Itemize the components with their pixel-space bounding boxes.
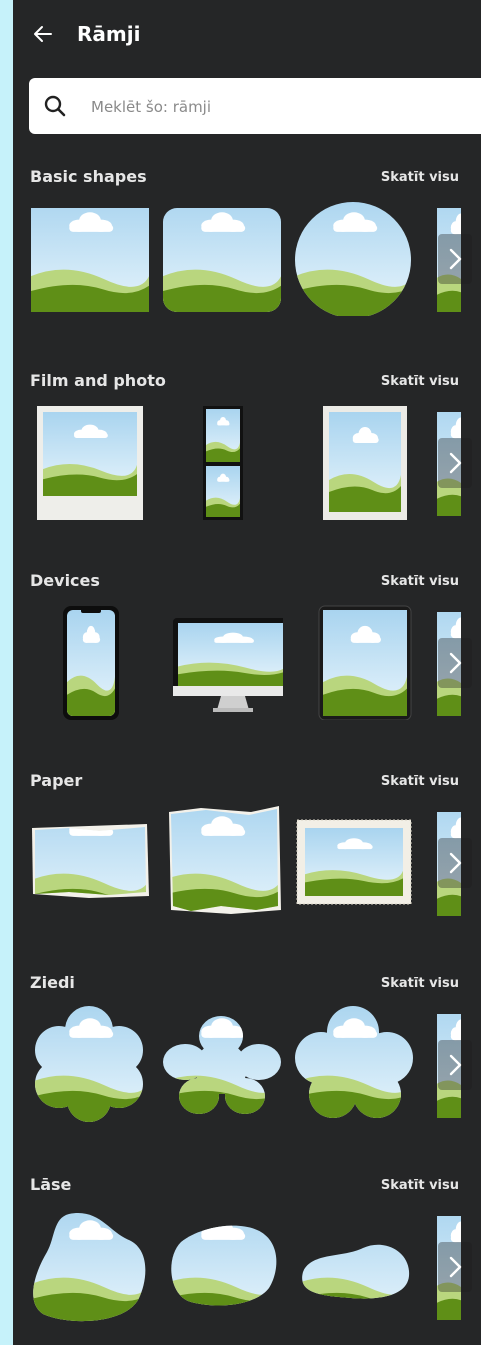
circle-frame-thumbnail[interactable] (293, 194, 415, 324)
section-paper: Paper Skatīt visu (13, 770, 481, 970)
chevron-right-icon[interactable] (438, 1242, 472, 1292)
section-film-and-photo: Film and photo Skatīt visu (13, 370, 481, 570)
flower-frame-1-thumbnail[interactable] (29, 1000, 151, 1130)
see-all-link[interactable]: Skatīt visu (381, 973, 459, 995)
frames-carousel (13, 398, 481, 528)
see-all-link[interactable]: Skatīt visu (381, 571, 459, 593)
chevron-right-icon[interactable] (438, 1040, 472, 1090)
square-frame-thumbnail[interactable] (29, 194, 151, 324)
see-all-link[interactable]: Skatīt visu (381, 771, 459, 793)
frames-carousel (13, 598, 481, 728)
monitor-frame-thumbnail[interactable] (161, 598, 283, 728)
arrow-left-icon[interactable] (31, 22, 55, 46)
section-devices: Devices Skatīt visu (13, 570, 481, 770)
blob-frame-2-thumbnail[interactable] (161, 1202, 283, 1332)
film-print-frame-thumbnail[interactable] (293, 398, 415, 528)
frames-carousel (13, 798, 481, 928)
photo-strip-frame-thumbnail[interactable] (161, 398, 283, 528)
see-all-link[interactable]: Skatīt visu (381, 371, 459, 393)
phone-frame-thumbnail[interactable] (29, 598, 151, 728)
frames-carousel (13, 1000, 481, 1130)
blob-frame-1-thumbnail[interactable] (29, 1202, 151, 1332)
section-title: Devices (30, 571, 100, 590)
deckled-paper-frame-thumbnail[interactable] (293, 798, 415, 928)
search-box[interactable] (29, 78, 481, 134)
section-basic-shapes: Basic shapes Skatīt visu (13, 166, 481, 366)
section-l-se: Lāse Skatīt visu (13, 1174, 481, 1345)
section-title: Ziedi (30, 973, 75, 992)
search-icon (43, 94, 67, 118)
page-title: Rāmji (77, 22, 141, 46)
blob-frame-3-thumbnail[interactable] (293, 1202, 415, 1332)
search-input[interactable] (89, 92, 473, 122)
torn-paper-landscape-frame-thumbnail[interactable] (29, 798, 151, 928)
torn-paper-frame-thumbnail[interactable] (161, 798, 283, 928)
rounded-square-frame-thumbnail[interactable] (161, 194, 283, 324)
see-all-link[interactable]: Skatīt visu (381, 167, 459, 189)
chevron-right-icon[interactable] (438, 438, 472, 488)
polaroid-frame-thumbnail[interactable] (29, 398, 151, 528)
flower-frame-2-thumbnail[interactable] (161, 1000, 283, 1130)
section-title: Film and photo (30, 371, 166, 390)
section-title: Lāse (30, 1175, 72, 1194)
frames-carousel (13, 1202, 481, 1332)
section-ziedi: Ziedi Skatīt visu (13, 972, 481, 1172)
see-all-link[interactable]: Skatīt visu (381, 1175, 459, 1197)
section-title: Basic shapes (30, 167, 147, 186)
chevron-right-icon[interactable] (438, 638, 472, 688)
chevron-right-icon[interactable] (438, 234, 472, 284)
panel-header: Rāmji (13, 0, 481, 72)
frames-panel: Rāmji Basic shapes Skatīt visu (13, 0, 481, 1345)
frames-carousel (13, 194, 481, 324)
chevron-right-icon[interactable] (438, 838, 472, 888)
tablet-frame-thumbnail[interactable] (293, 598, 415, 728)
flower-frame-3-thumbnail[interactable] (293, 1000, 415, 1130)
section-title: Paper (30, 771, 83, 790)
